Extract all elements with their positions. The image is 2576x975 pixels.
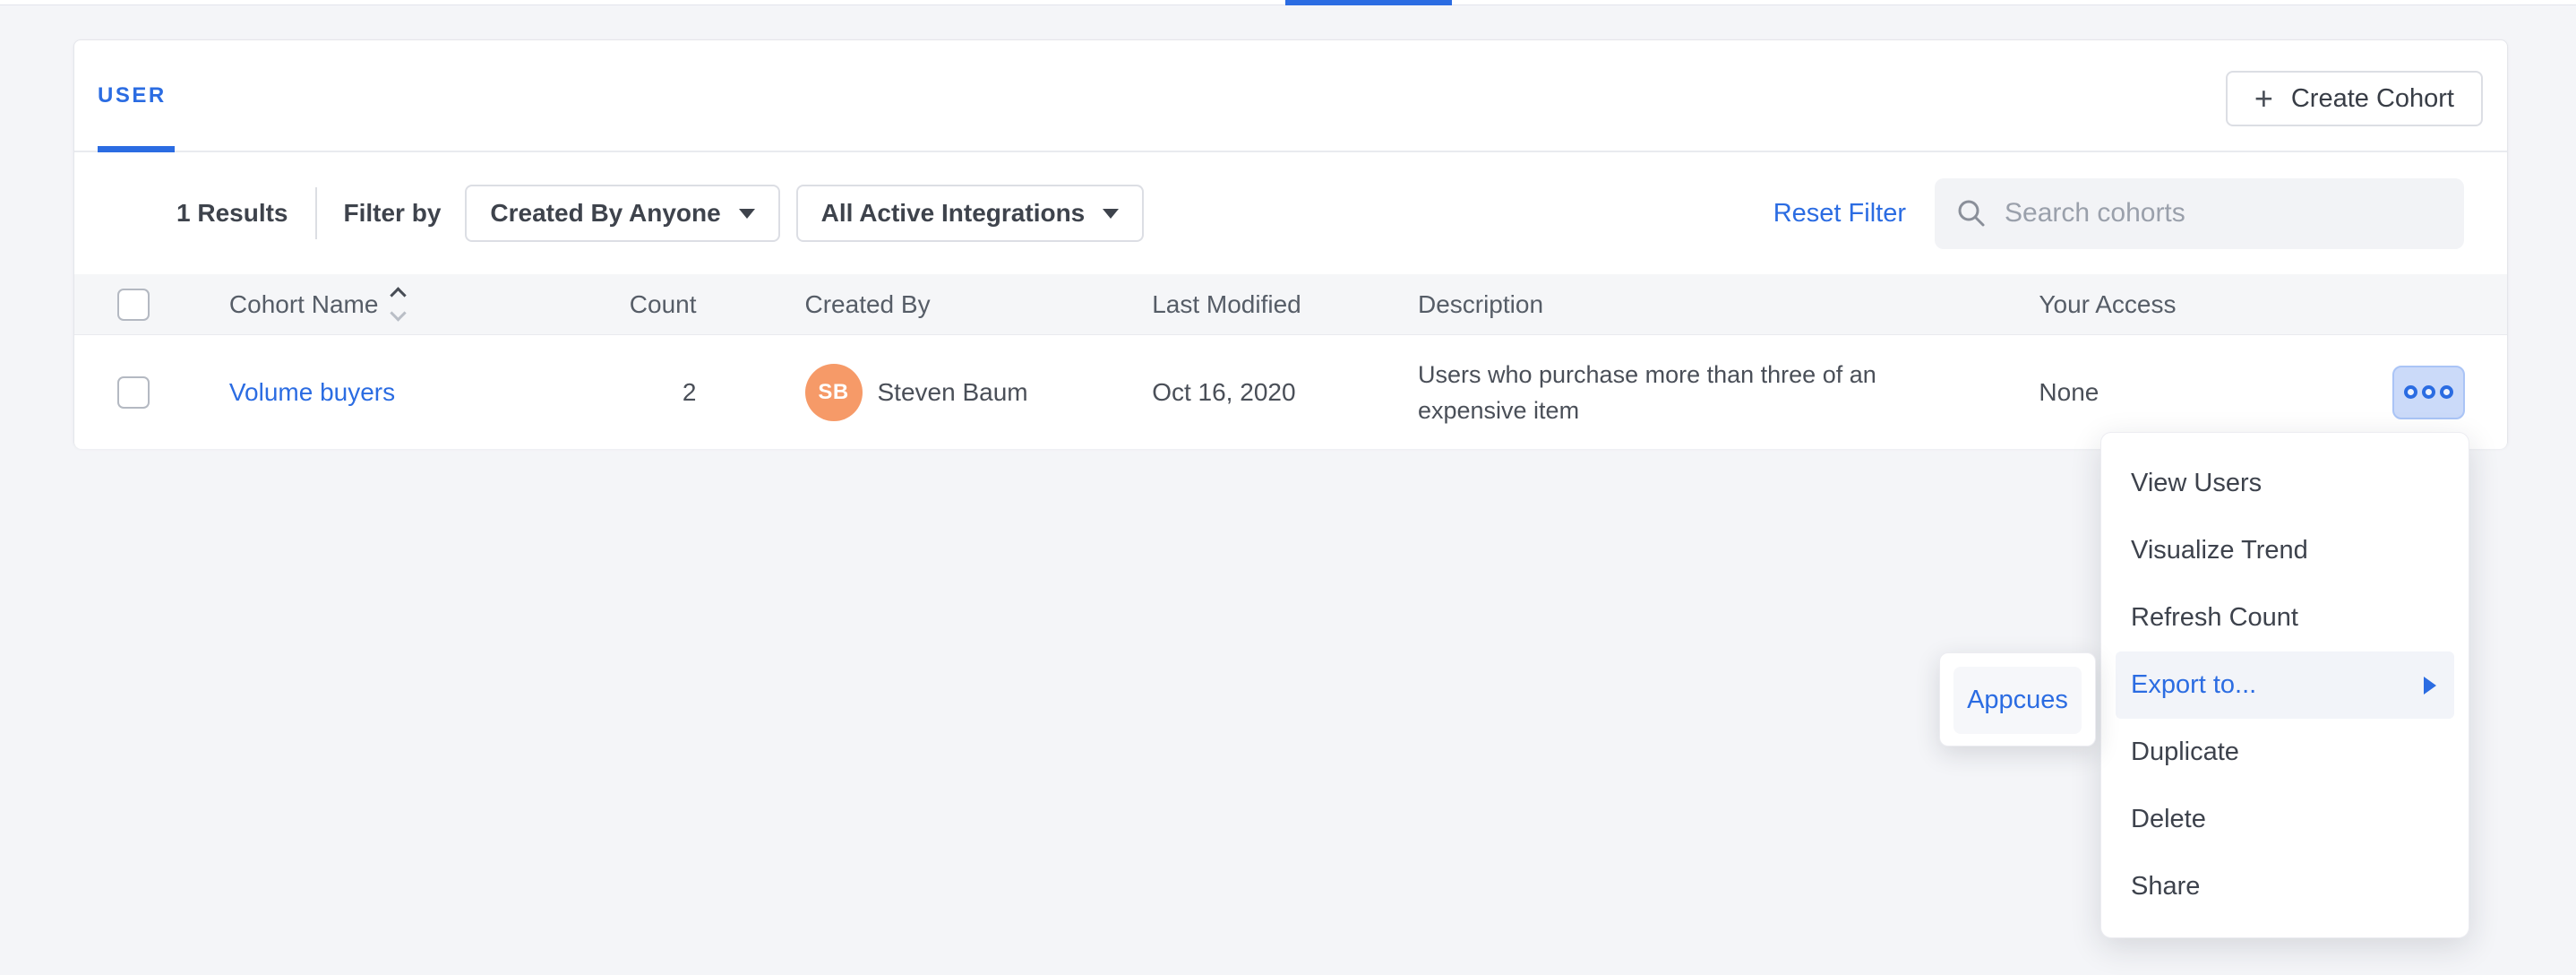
avatar: SB bbox=[805, 364, 863, 421]
search-icon bbox=[1956, 198, 1987, 229]
menu-item-export-to[interactable]: Export to... bbox=[2116, 651, 2454, 719]
vertical-divider bbox=[315, 187, 317, 239]
ellipsis-icon bbox=[2404, 385, 2417, 399]
tab-user[interactable]: USER bbox=[98, 40, 167, 151]
create-cohort-label: Create Cohort bbox=[2291, 84, 2454, 114]
more-actions-button[interactable] bbox=[2392, 366, 2465, 419]
chevron-down-icon bbox=[739, 209, 755, 219]
menu-item-refresh-count[interactable]: Refresh Count bbox=[2101, 584, 2469, 651]
submenu-arrow-icon bbox=[2424, 677, 2436, 695]
search-box[interactable] bbox=[1935, 178, 2464, 249]
cohort-description: Users who purchase more than three of an… bbox=[1418, 357, 1933, 428]
search-input[interactable] bbox=[2005, 198, 2443, 229]
avatar-initials: SB bbox=[818, 380, 848, 405]
header-your-access: Your Access bbox=[2039, 290, 2392, 319]
plus-icon: + bbox=[2254, 82, 2273, 115]
create-cohort-button[interactable]: + Create Cohort bbox=[2226, 71, 2483, 126]
header-created-by: Created By bbox=[805, 290, 1153, 319]
filter-by-label: Filter by bbox=[344, 199, 442, 228]
active-nav-tab-indicator bbox=[1285, 0, 1452, 5]
sort-icon bbox=[392, 289, 404, 319]
header-cohort-name[interactable]: Cohort Name bbox=[229, 289, 534, 319]
created-by-dropdown-label: Created By Anyone bbox=[490, 199, 720, 228]
table-header-row: Cohort Name Count Created By Last Modifi… bbox=[74, 274, 2507, 335]
submenu-item-appcues[interactable]: Appcues bbox=[1953, 667, 2082, 734]
chevron-down-icon bbox=[1103, 209, 1119, 219]
menu-item-visualize-trend[interactable]: Visualize Trend bbox=[2101, 517, 2469, 584]
filter-bar: 1 Results Filter by Created By Anyone Al… bbox=[74, 152, 2507, 274]
cohort-count: 2 bbox=[534, 378, 697, 407]
header-last-modified: Last Modified bbox=[1152, 290, 1418, 319]
menu-item-export-to-label: Export to... bbox=[2131, 670, 2256, 700]
reset-filter-link[interactable]: Reset Filter bbox=[1773, 199, 1906, 229]
integrations-dropdown-label: All Active Integrations bbox=[821, 199, 1086, 228]
header-count: Count bbox=[534, 290, 697, 319]
integrations-dropdown[interactable]: All Active Integrations bbox=[796, 185, 1145, 242]
row-checkbox[interactable] bbox=[117, 376, 150, 409]
select-all-checkbox[interactable] bbox=[117, 289, 150, 321]
cohort-name-link[interactable]: Volume buyers bbox=[229, 378, 395, 407]
results-count: 1 Results bbox=[176, 199, 288, 228]
context-menu: View Users Visualize Trend Refresh Count… bbox=[2100, 432, 2469, 938]
menu-item-delete[interactable]: Delete bbox=[2101, 786, 2469, 853]
created-by-dropdown[interactable]: Created By Anyone bbox=[465, 185, 779, 242]
header-description: Description bbox=[1418, 290, 2039, 319]
menu-item-view-users[interactable]: View Users bbox=[2101, 450, 2469, 517]
creator-name: Steven Baum bbox=[878, 378, 1028, 407]
ellipsis-icon bbox=[2422, 385, 2435, 399]
export-submenu: Appcues bbox=[1939, 652, 2096, 746]
tab-user-label: USER bbox=[98, 83, 167, 108]
tab-active-underline bbox=[98, 146, 175, 152]
top-nav-bar bbox=[0, 0, 2576, 5]
ellipsis-icon bbox=[2440, 385, 2453, 399]
menu-item-duplicate[interactable]: Duplicate bbox=[2101, 719, 2469, 786]
card-tab-row: USER + Create Cohort bbox=[74, 40, 2507, 152]
access-value: None bbox=[2039, 378, 2392, 407]
header-cohort-name-label: Cohort Name bbox=[229, 290, 379, 319]
menu-item-share[interactable]: Share bbox=[2101, 853, 2469, 920]
last-modified-date: Oct 16, 2020 bbox=[1152, 378, 1418, 407]
cohorts-card: USER + Create Cohort 1 Results Filter by… bbox=[73, 39, 2508, 448]
